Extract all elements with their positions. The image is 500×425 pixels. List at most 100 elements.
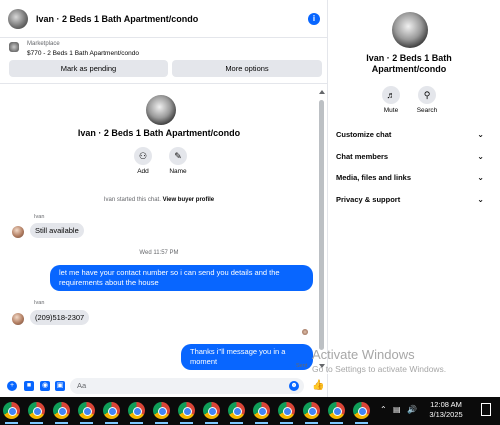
listing-thumbnail[interactable]: [9, 42, 19, 52]
composer-bar: + ■ ◉ ▣ Aa ☻ 👍: [0, 373, 328, 397]
info-icon[interactable]: i: [308, 13, 320, 25]
chat-started-notice: Ivan started this chat. View buyer profi…: [0, 197, 318, 203]
chrome-taskbar-icon[interactable]: [278, 402, 295, 424]
network-icon[interactable]: ▤: [393, 405, 401, 414]
message-bubble-incoming[interactable]: Still available: [30, 223, 84, 238]
running-indicator: [205, 422, 218, 424]
add-button[interactable]: ⚇: [134, 147, 152, 165]
chat-header: Ivan · 2 Beds 1 Bath Apartment/condo i: [0, 0, 328, 38]
privacy-support-row[interactable]: Privacy & support ⌄: [336, 195, 484, 204]
conversation-name: Ivan · 2 Beds 1 Bath Apartment/condo: [77, 128, 241, 138]
chat-title[interactable]: Ivan · 2 Beds 1 Bath Apartment/condo: [36, 14, 198, 24]
name-label: Name: [169, 168, 187, 175]
camera-icon[interactable]: ■: [24, 381, 34, 391]
taskbar-clock[interactable]: 12:08 AM 3/13/2025: [422, 400, 470, 420]
chrome-taskbar-icon[interactable]: [328, 402, 345, 424]
chrome-taskbar-icon[interactable]: [103, 402, 120, 424]
chrome-taskbar-icon[interactable]: [228, 402, 245, 424]
chrome-taskbar-icon[interactable]: [253, 402, 270, 424]
conversation-avatar: [146, 95, 176, 125]
running-indicator: [355, 422, 368, 424]
emoji-icon[interactable]: ☻: [289, 381, 299, 391]
message-list[interactable]: Ivan · 2 Beds 1 Bath Apartment/condo ⚇ A…: [0, 85, 328, 375]
marketplace-label: Marketplace: [27, 41, 60, 47]
plus-icon[interactable]: +: [7, 381, 17, 391]
running-indicator: [155, 422, 168, 424]
search-icon: ⚲: [423, 90, 431, 100]
chevron-down-icon: ⌄: [477, 195, 484, 204]
media-files-links-row[interactable]: Media, files and links ⌄: [336, 173, 484, 182]
bell-icon: ♬: [386, 90, 396, 100]
mute-button[interactable]: ♬: [382, 86, 400, 104]
running-indicator: [230, 422, 243, 424]
clock-time: 12:08 AM: [430, 400, 462, 409]
clock-date: 3/13/2025: [429, 410, 463, 419]
chrome-taskbar-icon[interactable]: [3, 402, 20, 424]
running-indicator: [280, 422, 293, 424]
info-avatar: [392, 12, 428, 48]
seen-indicator-avatar: [302, 329, 308, 335]
running-indicator: [30, 422, 43, 424]
sender-name: Ivan: [34, 300, 45, 306]
sender-avatar[interactable]: [12, 313, 24, 325]
chrome-taskbar-icon[interactable]: [78, 402, 95, 424]
sent-status: Sent: [296, 363, 308, 369]
running-indicator: [55, 422, 68, 424]
info-name: Ivan · 2 Beds 1 Bath Apartment/condo: [366, 53, 452, 74]
listing-title[interactable]: $770 - 2 Beds 1 Bath Apartment/condo: [27, 50, 139, 57]
thumbs-up-icon[interactable]: 👍: [312, 380, 324, 391]
running-indicator: [305, 422, 318, 424]
chrome-taskbar-icon[interactable]: [153, 402, 170, 424]
marketplace-banner: Marketplace $770 - 2 Beds 1 Bath Apartme…: [0, 38, 328, 84]
message-bubble-outgoing[interactable]: Thanks i''ll message you in a moment: [181, 344, 313, 370]
chrome-taskbar-icon[interactable]: [353, 402, 370, 424]
row-label: Customize chat: [336, 130, 392, 139]
notification-icon[interactable]: [481, 403, 491, 416]
scroll-up-arrow-icon[interactable]: [319, 90, 325, 94]
message-bubble-outgoing[interactable]: let me have your contact number so i can…: [50, 265, 313, 291]
search-label: Search: [416, 107, 438, 114]
message-timestamp: Wed 11:57 PM: [139, 250, 179, 256]
running-indicator: [330, 422, 343, 424]
chrome-taskbar-icon[interactable]: [53, 402, 70, 424]
sticker-icon[interactable]: ◉: [40, 381, 50, 391]
mark-as-pending-button[interactable]: Mark as pending: [9, 60, 168, 77]
chrome-taskbar-icon[interactable]: [203, 402, 220, 424]
activate-windows-subtitle: Go to Settings to activate Windows.: [312, 364, 447, 374]
running-indicator: [130, 422, 143, 424]
running-indicator: [255, 422, 268, 424]
chrome-taskbar-icon[interactable]: [303, 402, 320, 424]
show-hidden-icons-chevron-icon[interactable]: ⌃: [380, 405, 387, 414]
sender-avatar[interactable]: [12, 226, 24, 238]
running-indicator: [5, 422, 18, 424]
name-button[interactable]: ✎: [169, 147, 187, 165]
chrome-taskbar-icon[interactable]: [178, 402, 195, 424]
chat-members-row[interactable]: Chat members ⌄: [336, 152, 484, 161]
add-label: Add: [137, 168, 149, 175]
row-label: Privacy & support: [336, 195, 401, 204]
message-input[interactable]: Aa ☻: [70, 378, 304, 394]
chrome-taskbar-icon[interactable]: [128, 402, 145, 424]
message-scrollbar[interactable]: [318, 88, 325, 372]
gif-icon[interactable]: ▣: [55, 381, 65, 391]
search-button[interactable]: ⚲: [418, 86, 436, 104]
volume-icon[interactable]: 🔊: [407, 405, 417, 414]
activate-windows-title: Activate Windows: [312, 347, 415, 362]
windows-taskbar: ⌃ ▤ 🔊 12:08 AM 3/13/2025: [0, 397, 500, 425]
customize-chat-row[interactable]: Customize chat ⌄: [336, 130, 484, 139]
chrome-taskbar-icon[interactable]: [28, 402, 45, 424]
pencil-icon: ✎: [174, 151, 182, 161]
contact-avatar[interactable]: [8, 8, 28, 29]
running-indicator: [180, 422, 193, 424]
message-bubble-incoming[interactable]: (209)518-2307: [30, 310, 90, 325]
more-options-button[interactable]: More options: [172, 60, 322, 77]
running-indicator: [105, 422, 118, 424]
scrollbar-thumb[interactable]: [319, 100, 324, 350]
chevron-down-icon: ⌄: [477, 173, 484, 182]
row-label: Chat members: [336, 152, 389, 161]
chevron-down-icon: ⌄: [477, 152, 484, 161]
add-person-icon: ⚇: [138, 151, 148, 161]
view-buyer-profile-link[interactable]: View buyer profile: [163, 197, 215, 203]
sender-name: Ivan: [34, 214, 45, 220]
mute-label: Mute: [383, 107, 399, 114]
